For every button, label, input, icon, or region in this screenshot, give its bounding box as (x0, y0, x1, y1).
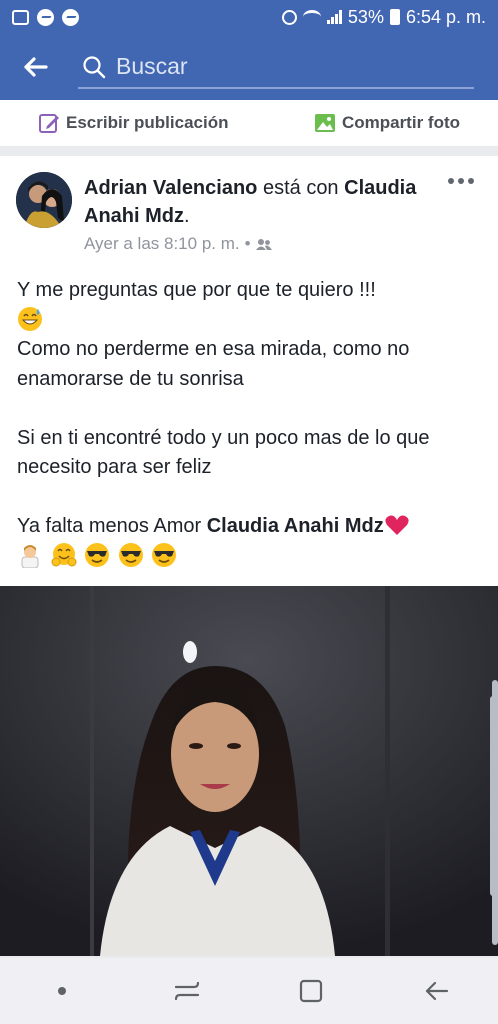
sunglasses-face-icon (85, 542, 110, 567)
edit-icon (39, 114, 59, 133)
messenger-icon (62, 8, 79, 26)
wifi-icon (302, 10, 321, 24)
back-arrow-icon (425, 981, 448, 1001)
with-text: está con (262, 177, 339, 199)
post-meta: Ayer a las 8:10 p. m. • (84, 234, 272, 254)
post-header: Adrian Valenciano está con Claudia Anahi… (0, 156, 498, 260)
friends-audience-icon (255, 238, 272, 250)
post-line-2: Como no perderme en esa mirada, como no … (17, 338, 410, 390)
battery-percent: 53% (347, 6, 384, 27)
nav-dot-button[interactable] (22, 958, 102, 1024)
tagged-mention[interactable]: Claudia Anahi Mdz (207, 515, 384, 537)
share-photo-label: Compartir foto (341, 113, 460, 132)
post-line-3: Si en ti encontré todo y un poco mas de … (17, 426, 430, 479)
feed-post: Adrian Valenciano está con Claudia Anahi… (0, 156, 498, 956)
photo-icon (314, 114, 335, 132)
recent-apps-icon (174, 981, 199, 1001)
red-heart-icon (385, 515, 409, 535)
alarm-icon (281, 9, 297, 25)
arrow-left-icon (24, 57, 48, 77)
post-options-button[interactable] (448, 178, 474, 184)
author-name[interactable]: Adrian Valenciano (84, 177, 257, 199)
search-input[interactable] (78, 52, 474, 80)
signal-icon (326, 10, 342, 24)
back-nav-button[interactable] (396, 958, 476, 1024)
status-bar: 53% 6:54 p. m. (0, 0, 498, 34)
hugging-face-icon (51, 542, 77, 566)
home-square-icon (300, 979, 323, 1003)
post-photo[interactable] (0, 586, 498, 956)
system-navigation-bar (0, 958, 498, 1024)
sunglasses-face-icon (118, 542, 143, 567)
post-author-line: Adrian Valenciano está con Claudia Anahi… (84, 174, 424, 230)
avatar[interactable] (16, 172, 72, 228)
gallery-icon (12, 9, 29, 25)
messenger-icon (37, 8, 54, 26)
write-post-button[interactable]: Escribir publicación (0, 112, 249, 134)
sunglasses-face-icon (152, 542, 177, 567)
post-body: Y me preguntas que por que te quiero !!!… (17, 276, 483, 571)
write-post-label: Escribir publicación (66, 113, 229, 132)
post-timestamp[interactable]: Ayer a las 8:10 p. m. (84, 234, 240, 254)
home-button[interactable] (271, 958, 351, 1024)
meta-separator: • (244, 234, 251, 253)
post-line-1: Y me preguntas que por que te quiero !!! (17, 279, 376, 301)
man-icon (21, 544, 39, 568)
back-button[interactable] (0, 34, 70, 100)
recent-apps-button[interactable] (147, 958, 227, 1024)
period: . (184, 205, 190, 227)
battery-icon (389, 9, 400, 25)
dot-icon (58, 987, 67, 995)
search-field[interactable] (78, 45, 474, 89)
grinning-sweat-icon (18, 306, 42, 331)
scrollbar[interactable] (492, 680, 498, 945)
composer-bar: Escribir publicación Compartir foto (0, 100, 498, 146)
post-line-4: Ya falta menos Amor (17, 515, 207, 537)
share-photo-button[interactable]: Compartir foto (249, 112, 498, 134)
search-icon (83, 56, 106, 79)
top-search-bar (0, 34, 498, 100)
clock: 6:54 p. m. (405, 6, 486, 27)
